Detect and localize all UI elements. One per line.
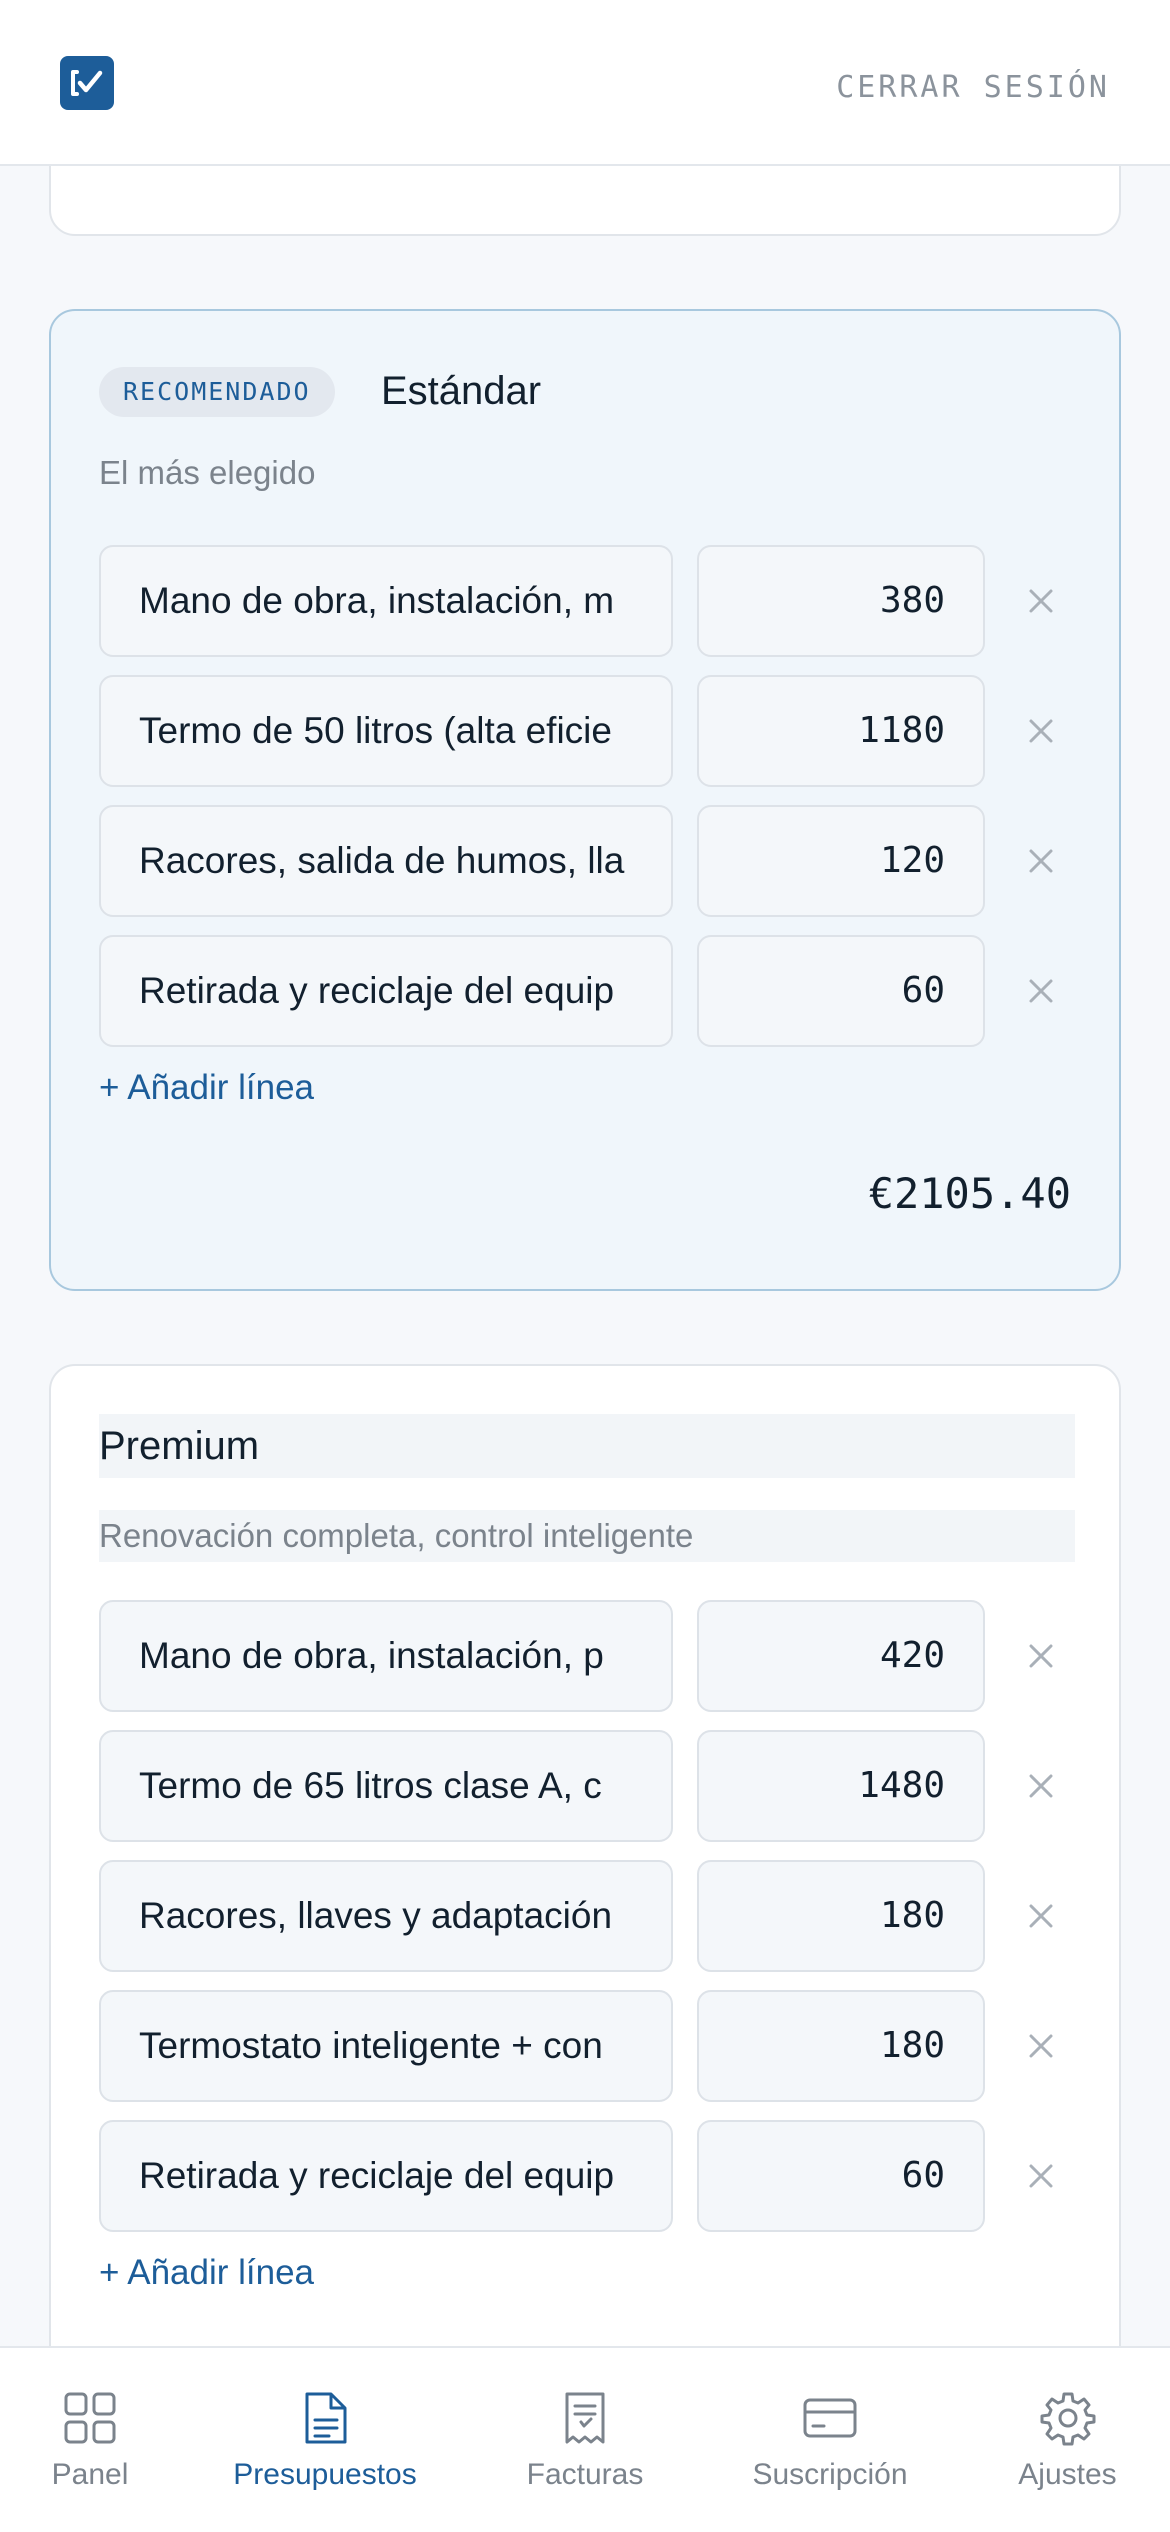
recommended-badge: RECOMENDADO bbox=[99, 367, 335, 417]
line-description-input[interactable]: Racores, salida de humos, lla bbox=[99, 805, 673, 917]
line-amount-input[interactable]: 60 bbox=[697, 935, 985, 1047]
tier-card-premium: Premium Renovación completa, control int… bbox=[49, 1364, 1121, 2346]
nav-item-ajustes[interactable]: Ajustes bbox=[1000, 2348, 1135, 2532]
grid-icon bbox=[64, 2392, 116, 2444]
tier-total: €2105.40 bbox=[868, 1169, 1071, 1218]
line-description-input[interactable]: Mano de obra, instalación, m bbox=[99, 545, 673, 657]
gear-icon bbox=[1040, 2392, 1096, 2446]
nav-item-facturas[interactable]: Facturas bbox=[505, 2348, 665, 2532]
document-icon bbox=[305, 2392, 347, 2444]
line-description-input[interactable]: Mano de obra, instalación, p bbox=[99, 1600, 673, 1712]
app-logo-icon[interactable] bbox=[60, 56, 114, 110]
remove-line-icon[interactable] bbox=[1019, 709, 1063, 753]
line-item: Retirada y reciclaje del equip 60 bbox=[99, 2120, 1075, 2232]
line-description-input[interactable]: Termo de 50 litros (alta eficie bbox=[99, 675, 673, 787]
nav-label: Suscripción bbox=[752, 2458, 908, 2491]
tier-title[interactable]: Premium bbox=[99, 1414, 1075, 1478]
add-line-button[interactable]: + Añadir línea bbox=[99, 1063, 314, 1113]
tier-description[interactable]: Renovación completa, control inteligente bbox=[99, 1510, 1075, 1562]
quote-tiers-scroll[interactable]: RECOMENDADO Estándar El más elegido Mano… bbox=[0, 166, 1170, 2346]
line-amount-input[interactable]: 380 bbox=[697, 545, 985, 657]
line-description-input[interactable]: Retirada y reciclaje del equip bbox=[99, 2120, 673, 2232]
tier-card-previous bbox=[49, 166, 1121, 236]
remove-line-icon[interactable] bbox=[1019, 579, 1063, 623]
line-item: Termostato inteligente + con 180 bbox=[99, 1990, 1075, 2102]
remove-line-icon[interactable] bbox=[1019, 2024, 1063, 2068]
line-amount-input[interactable]: 120 bbox=[697, 805, 985, 917]
line-amount-input[interactable]: 60 bbox=[697, 2120, 985, 2232]
credit-card-icon bbox=[803, 2398, 857, 2438]
bottom-nav: Panel Presupuestos Facturas Suscripción bbox=[0, 2346, 1170, 2532]
remove-line-icon[interactable] bbox=[1019, 1894, 1063, 1938]
line-item: Termo de 50 litros (alta eficie 1180 bbox=[99, 675, 1075, 787]
line-amount-input[interactable]: 180 bbox=[697, 1860, 985, 1972]
nav-item-panel[interactable]: Panel bbox=[20, 2348, 160, 2532]
line-item: Mano de obra, instalación, m 380 bbox=[99, 545, 1075, 657]
tier-title[interactable]: Estándar bbox=[381, 359, 541, 423]
remove-line-icon[interactable] bbox=[1019, 1634, 1063, 1678]
line-description-input[interactable]: Termo de 65 litros clase A, c bbox=[99, 1730, 673, 1842]
line-description-input[interactable]: Termostato inteligente + con bbox=[99, 1990, 673, 2102]
line-amount-input[interactable]: 1480 bbox=[697, 1730, 985, 1842]
line-amount-input[interactable]: 1180 bbox=[697, 675, 985, 787]
receipt-icon bbox=[565, 2392, 605, 2444]
remove-line-icon[interactable] bbox=[1019, 2154, 1063, 2198]
nav-label: Panel bbox=[51, 2458, 129, 2491]
nav-label: Facturas bbox=[526, 2458, 644, 2491]
remove-line-icon[interactable] bbox=[1019, 839, 1063, 883]
tier-card-standard: RECOMENDADO Estándar El más elegido Mano… bbox=[49, 309, 1121, 1291]
nav-item-presupuestos[interactable]: Presupuestos bbox=[210, 2348, 440, 2532]
remove-line-icon[interactable] bbox=[1019, 1764, 1063, 1808]
line-item: Retirada y reciclaje del equip 60 bbox=[99, 935, 1075, 1047]
line-item: Termo de 65 litros clase A, c 1480 bbox=[99, 1730, 1075, 1842]
line-amount-input[interactable]: 420 bbox=[697, 1600, 985, 1712]
add-line-button[interactable]: + Añadir línea bbox=[99, 2248, 314, 2298]
line-amount-input[interactable]: 180 bbox=[697, 1990, 985, 2102]
remove-line-icon[interactable] bbox=[1019, 969, 1063, 1013]
line-description-input[interactable]: Retirada y reciclaje del equip bbox=[99, 935, 673, 1047]
line-description-input[interactable]: Racores, llaves y adaptación bbox=[99, 1860, 673, 1972]
nav-item-suscripcion[interactable]: Suscripción bbox=[735, 2348, 925, 2532]
logout-button[interactable]: CERRAR SESIÓN bbox=[836, 70, 1110, 105]
line-item: Racores, salida de humos, lla 120 bbox=[99, 805, 1075, 917]
tier-description[interactable]: El más elegido bbox=[99, 447, 1075, 499]
nav-label: Ajustes bbox=[1018, 2458, 1117, 2491]
top-bar: CERRAR SESIÓN bbox=[0, 0, 1170, 166]
nav-label: Presupuestos bbox=[233, 2458, 417, 2491]
line-item: Racores, llaves y adaptación 180 bbox=[99, 1860, 1075, 1972]
line-item: Mano de obra, instalación, p 420 bbox=[99, 1600, 1075, 1712]
